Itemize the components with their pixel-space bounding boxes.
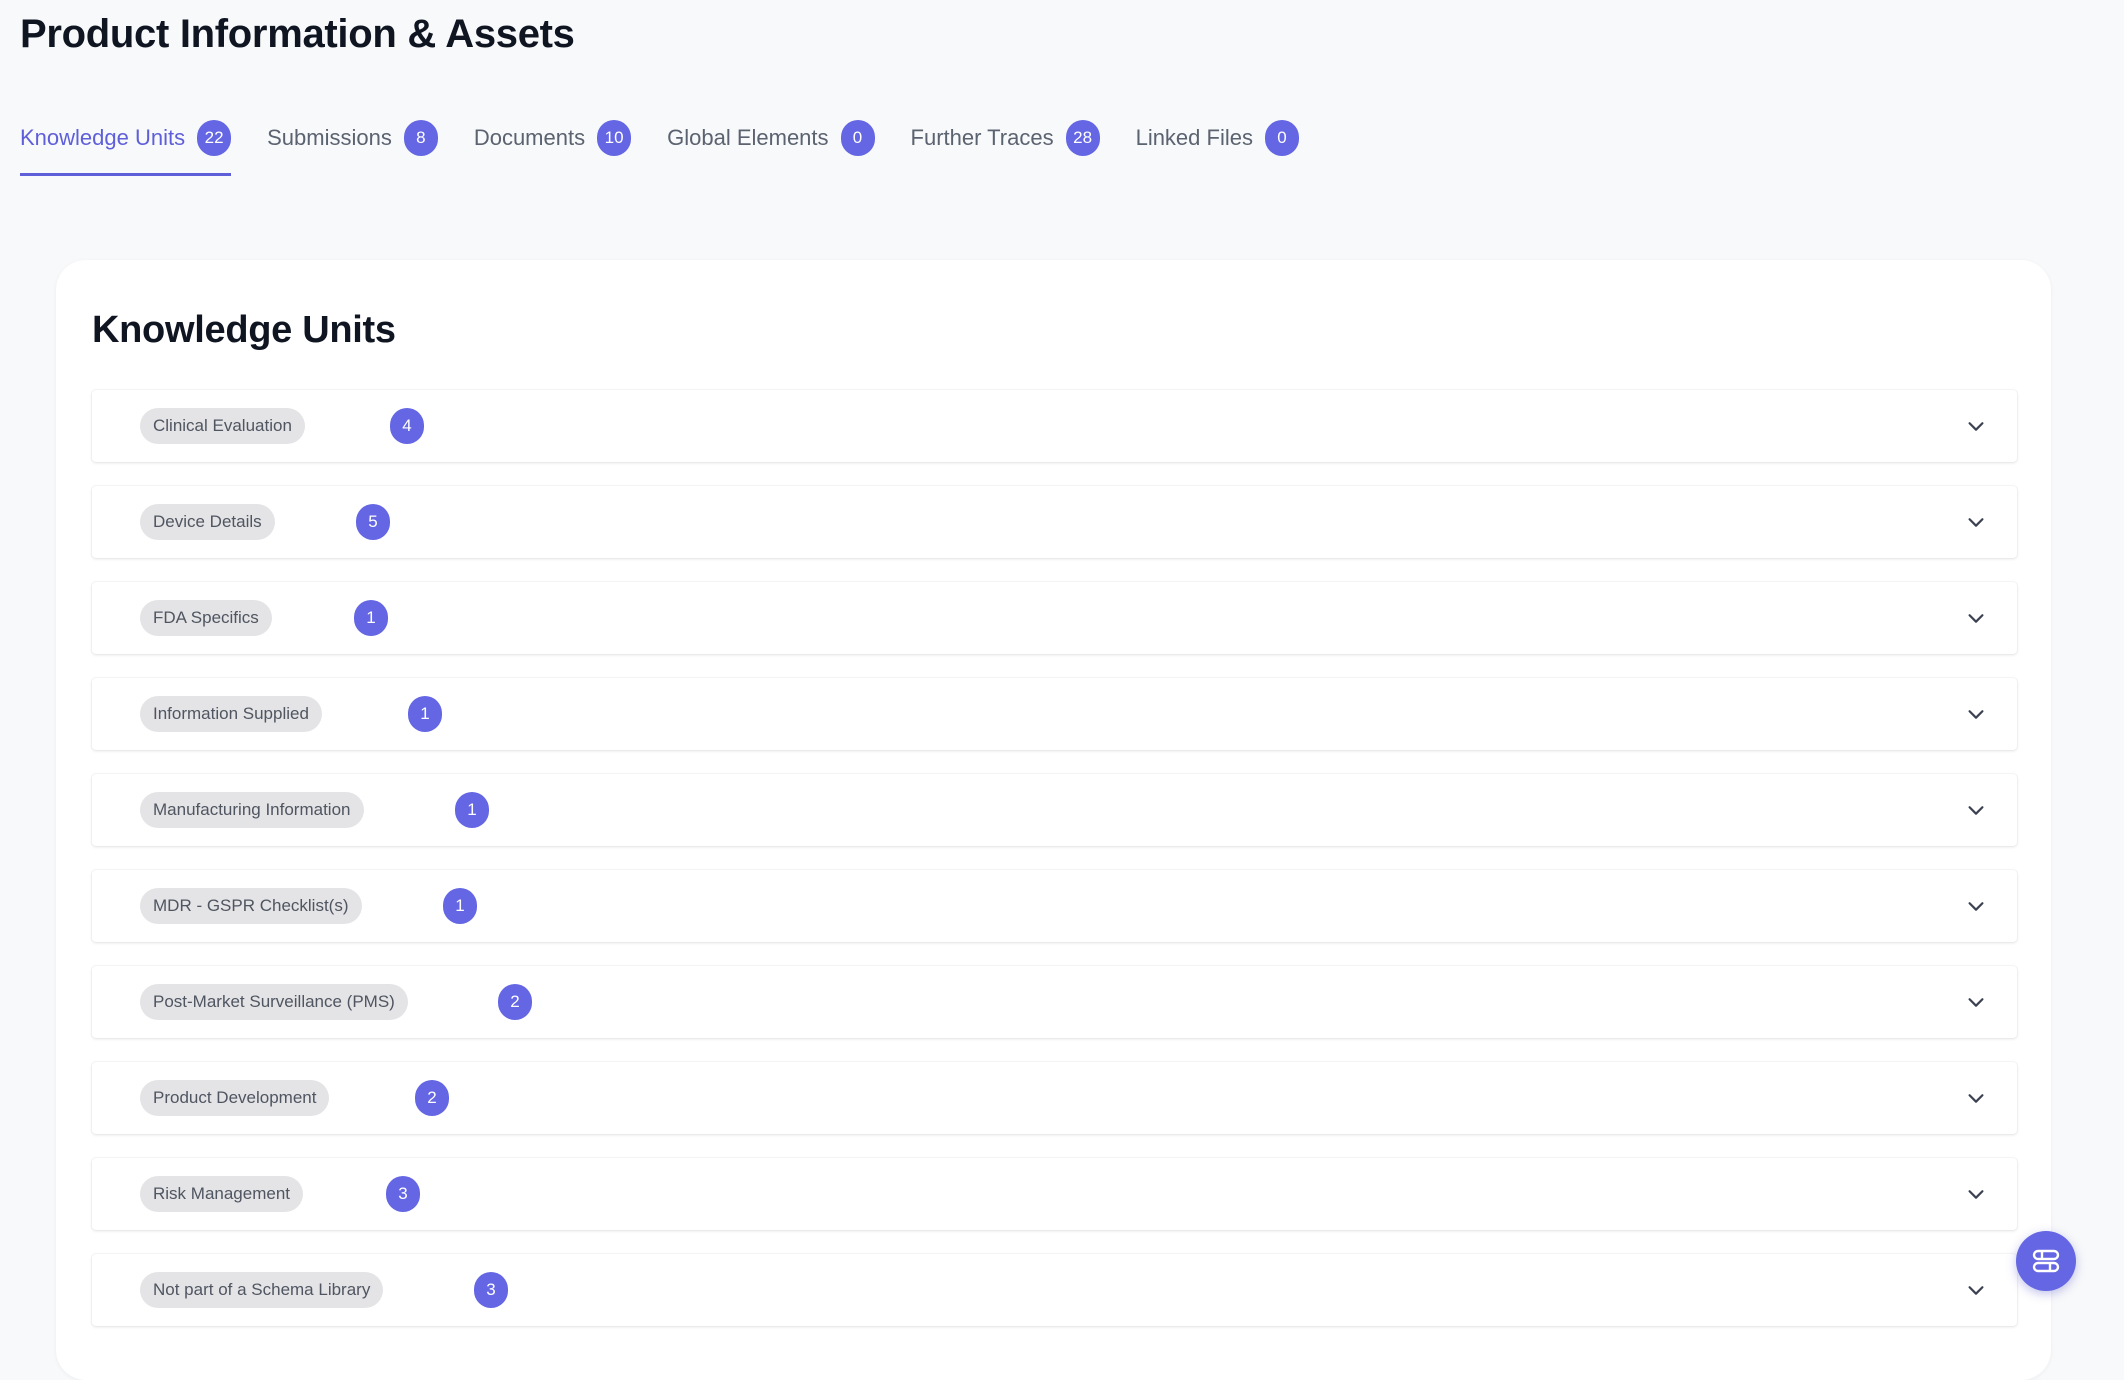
knowledge-unit-list: Clinical Evaluation 4 Device Details 5 F… — [92, 390, 2017, 1350]
tab-submissions[interactable]: Submissions 8 — [267, 118, 438, 176]
tab-count-badge: 28 — [1065, 120, 1100, 156]
unit-tag: Post-Market Surveillance (PMS) — [140, 984, 408, 1020]
tab-label: Documents — [473, 125, 586, 150]
tab-count-badge: 0 — [840, 120, 875, 156]
unit-count-badge: 4 — [390, 408, 424, 444]
chevron-down-icon[interactable] — [1965, 1183, 1987, 1205]
unit-tag: Product Development — [140, 1080, 330, 1116]
knowledge-unit-row-mdr-gspr-checklists[interactable]: MDR - GSPR Checklist(s) 1 — [92, 870, 2017, 942]
tab-count-badge: 8 — [403, 120, 438, 156]
unit-count-badge: 1 — [455, 792, 489, 828]
chevron-down-icon[interactable] — [1965, 895, 1987, 917]
command-icon — [2032, 1249, 2060, 1273]
unit-tag: Risk Management — [140, 1176, 304, 1212]
unit-count-badge: 1 — [443, 888, 477, 924]
tab-further-traces[interactable]: Further Traces 28 — [911, 118, 1100, 176]
section-title: Knowledge Units — [92, 309, 396, 351]
unit-tag: Information Supplied — [140, 696, 322, 732]
unit-count-badge: 3 — [474, 1272, 508, 1308]
chevron-down-icon[interactable] — [1965, 991, 1987, 1013]
unit-tag: MDR - GSPR Checklist(s) — [140, 888, 362, 924]
tab-label: Linked Files — [1135, 125, 1253, 150]
knowledge-unit-row-manufacturing-information[interactable]: Manufacturing Information 1 — [92, 774, 2017, 846]
knowledge-unit-row-information-supplied[interactable]: Information Supplied 1 — [92, 678, 2017, 750]
unit-count-badge: 1 — [354, 600, 388, 636]
unit-tag: Manufacturing Information — [140, 792, 364, 828]
tab-global-elements[interactable]: Global Elements 0 — [667, 118, 875, 176]
knowledge-unit-row-risk-management[interactable]: Risk Management 3 — [92, 1158, 2017, 1230]
unit-count-badge: 5 — [356, 504, 390, 540]
tab-label: Further Traces — [910, 125, 1054, 150]
tab-documents[interactable]: Documents 10 — [473, 118, 632, 176]
knowledge-units-card: Knowledge Units Clinical Evaluation 4 De… — [56, 260, 2051, 1380]
knowledge-unit-row-product-development[interactable]: Product Development 2 — [92, 1062, 2017, 1134]
chevron-down-icon[interactable] — [1965, 415, 1987, 437]
knowledge-unit-row-fda-specifics[interactable]: FDA Specifics 1 — [92, 582, 2017, 654]
page-title: Product Information & Assets — [20, 12, 575, 56]
chevron-down-icon[interactable] — [1965, 607, 1987, 629]
unit-tag: Clinical Evaluation — [140, 408, 305, 444]
floating-action-button[interactable] — [2016, 1231, 2076, 1291]
unit-count-badge: 1 — [408, 696, 442, 732]
knowledge-unit-row-not-part-of-schema-library[interactable]: Not part of a Schema Library 3 — [92, 1254, 2017, 1326]
chevron-down-icon[interactable] — [1965, 1279, 1987, 1301]
tab-linked-files[interactable]: Linked Files 0 — [1136, 118, 1299, 176]
knowledge-unit-row-device-details[interactable]: Device Details 5 — [92, 486, 2017, 558]
chevron-down-icon[interactable] — [1965, 703, 1987, 725]
knowledge-unit-row-post-market-surveillance[interactable]: Post-Market Surveillance (PMS) 2 — [92, 966, 2017, 1038]
unit-tag: Device Details — [140, 504, 275, 540]
unit-tag: Not part of a Schema Library — [140, 1272, 384, 1308]
unit-count-badge: 2 — [415, 1080, 449, 1116]
unit-tag: FDA Specifics — [140, 600, 272, 636]
tab-label: Global Elements — [667, 125, 829, 150]
knowledge-unit-row-clinical-evaluation[interactable]: Clinical Evaluation 4 — [92, 390, 2017, 462]
chevron-down-icon[interactable] — [1965, 799, 1987, 821]
chevron-down-icon[interactable] — [1965, 511, 1987, 533]
tab-count-badge: 0 — [1264, 120, 1299, 156]
tab-count-badge: 22 — [197, 120, 232, 156]
chevron-down-icon[interactable] — [1965, 1087, 1987, 1109]
tab-knowledge-units[interactable]: Knowledge Units 22 — [20, 118, 232, 176]
tab-label: Submissions — [267, 125, 392, 150]
tab-bar: Knowledge Units 22 Submissions 8 Documen… — [20, 118, 1299, 176]
tab-label: Knowledge Units — [20, 125, 186, 150]
unit-count-badge: 3 — [386, 1176, 420, 1212]
unit-count-badge: 2 — [498, 984, 532, 1020]
tab-count-badge: 10 — [597, 120, 632, 156]
